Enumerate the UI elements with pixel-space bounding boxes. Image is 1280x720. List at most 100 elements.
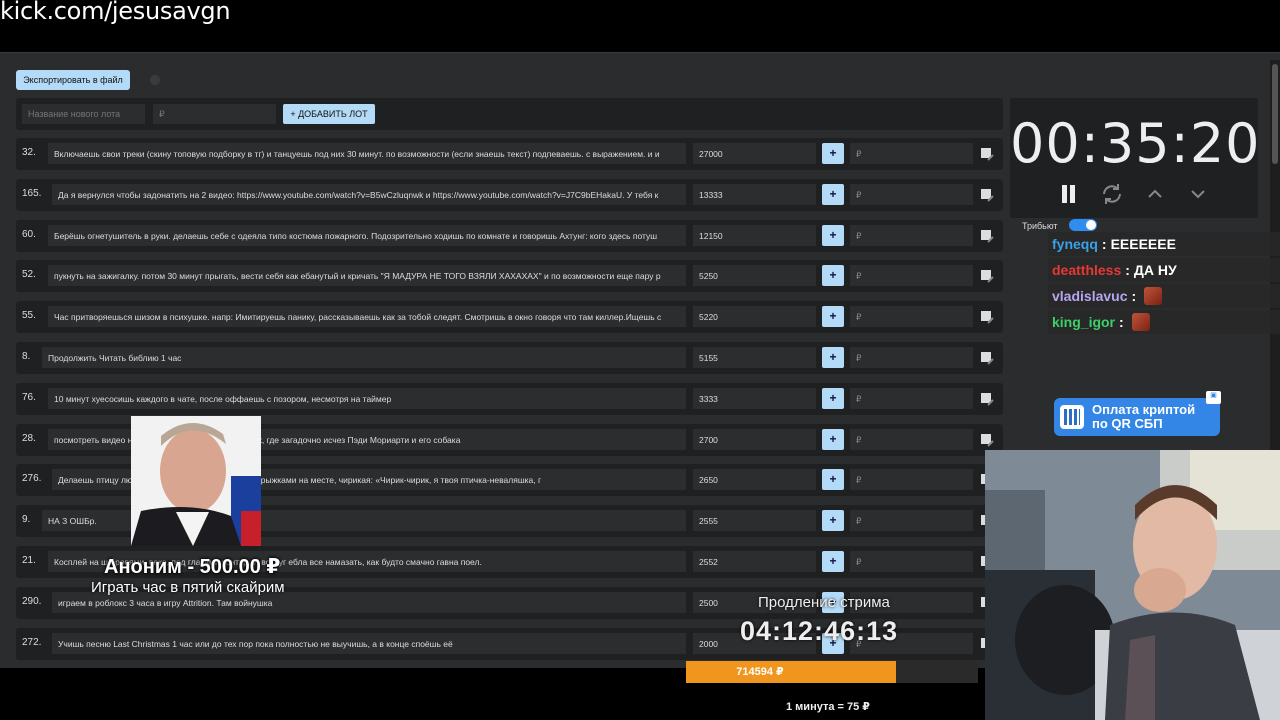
lot-add-button[interactable]: +: [822, 510, 844, 532]
lot-number: 165.: [22, 187, 42, 199]
lot-add-amount-input[interactable]: ₽: [850, 347, 973, 368]
chat-separator: :: [1131, 288, 1137, 304]
lot-amount-input[interactable]: 27000: [693, 143, 816, 164]
lot-title-input[interactable]: 10 минут хуесосишь каждого в чате, после…: [48, 387, 686, 409]
rate-text: 1 минута = 75 ₽: [786, 701, 870, 713]
lot-number: 28.: [22, 432, 36, 444]
edit-icon[interactable]: [980, 229, 994, 243]
qr-corner-badge: ▣: [1206, 391, 1221, 404]
lot-add-amount-input[interactable]: ₽: [850, 265, 973, 287]
lot-add-button[interactable]: +: [822, 551, 844, 572]
qr-icon: [1060, 405, 1084, 429]
lot-add-amount-input[interactable]: ₽: [850, 428, 973, 450]
lot-add-button[interactable]: +: [822, 224, 844, 246]
lot-number: 272.: [22, 636, 42, 648]
lot-amount-input[interactable]: 12150: [693, 224, 816, 246]
lot-number: 276.: [22, 473, 42, 485]
lot-amount-input[interactable]: 13333: [693, 183, 816, 205]
reset-icon[interactable]: [1100, 182, 1124, 206]
new-lot-name-input[interactable]: [22, 104, 145, 124]
lot-add-button[interactable]: +: [822, 306, 844, 328]
lot-add-button[interactable]: +: [822, 347, 844, 368]
lot-add-button[interactable]: +: [822, 143, 844, 164]
edit-icon[interactable]: [980, 392, 994, 406]
tribute-toggle[interactable]: [1069, 219, 1097, 231]
lot-number: 8.: [22, 351, 31, 362]
export-button[interactable]: Экспортировать в файл: [16, 70, 130, 90]
lot-amount-input[interactable]: 2555: [693, 510, 816, 532]
chat-message: deatthless: ДА НУ: [1048, 258, 1280, 282]
lot-amount-input[interactable]: 3333: [693, 387, 816, 409]
lot-add-button[interactable]: +: [822, 387, 844, 409]
tribute-label: Трибьют: [1022, 221, 1058, 231]
lot-amount-input[interactable]: 5155: [693, 347, 816, 368]
donor-image: [131, 416, 261, 546]
new-lot-price-input[interactable]: [153, 104, 276, 124]
donation-name: Аноним - 500.00 ₽: [104, 556, 281, 578]
lot-number: 9.: [22, 514, 31, 526]
lot-add-amount-input[interactable]: ₽: [850, 469, 973, 491]
edit-icon[interactable]: [980, 147, 994, 161]
lot-add-button[interactable]: +: [822, 469, 844, 491]
scrollbar-thumb[interactable]: [1272, 64, 1278, 164]
chat-username[interactable]: deatthless: [1052, 262, 1121, 278]
chat-username[interactable]: fyneqq: [1052, 236, 1098, 252]
lot-add-amount-input[interactable]: ₽: [850, 387, 973, 409]
emote-icon: [1131, 313, 1150, 331]
lot-add-amount-input[interactable]: ₽: [850, 306, 973, 328]
lot-number: 60.: [22, 228, 36, 240]
chevron-up-icon[interactable]: [1143, 182, 1167, 206]
qr-line1: Оплата криптой: [1092, 402, 1196, 417]
lot-add-amount-input[interactable]: ₽: [850, 183, 973, 205]
edit-icon[interactable]: [980, 351, 994, 365]
lot-add-amount-input[interactable]: ₽: [850, 551, 973, 572]
webcam-feed: [985, 450, 1280, 720]
lot-add-button[interactable]: +: [822, 428, 844, 450]
chat-message: fyneqq: ЕЕЕЕЕЕЕ: [1048, 232, 1280, 256]
edit-icon[interactable]: [980, 269, 994, 284]
lot-row: 52. пукнуть на зажигалку. потом 30 минут …: [16, 260, 1003, 293]
lot-add-amount-input[interactable]: ₽: [850, 510, 973, 532]
add-lot-button[interactable]: + ДОБАВИТЬ ЛОТ: [283, 104, 375, 124]
lot-number: 76.: [22, 391, 36, 403]
lot-amount-input[interactable]: 5250: [693, 265, 816, 287]
lot-title-input[interactable]: Включаешь свои треки (скину топовую подб…: [48, 143, 686, 164]
edit-icon[interactable]: [980, 433, 994, 447]
lot-amount-input[interactable]: 2700: [693, 428, 816, 450]
lot-row: 55. Час притворяешься шизом в психушке. н…: [16, 301, 1003, 334]
chat-text: ЕЕЕЕЕЕЕ: [1110, 236, 1176, 252]
lot-number: 290.: [22, 595, 42, 607]
edit-icon[interactable]: [980, 310, 994, 324]
extension-label: Продление стрима: [758, 594, 890, 611]
lot-amount-input[interactable]: 2552: [693, 551, 816, 572]
lot-number: 52.: [22, 269, 36, 281]
chevron-down-icon[interactable]: [1186, 182, 1210, 206]
chat-separator: :: [1101, 236, 1107, 252]
lot-title-input[interactable]: Берёшь огнетушитель в руки. делаешь себе…: [48, 224, 686, 246]
lot-title-input[interactable]: пукнуть на зажигалку. потом 30 минут пры…: [48, 265, 686, 287]
lot-row: 76. 10 минут хуесосишь каждого в чате, по…: [16, 382, 1003, 415]
webcam-image: [985, 450, 1280, 720]
lot-title-input[interactable]: Да я вернулся чтобы задонатить на 2 виде…: [52, 183, 686, 205]
lot-amount-input[interactable]: 2650: [693, 469, 816, 491]
lot-number: 32.: [22, 147, 36, 158]
lot-title-input[interactable]: Продолжить Читать библию 1 час: [42, 347, 686, 368]
lot-title-input[interactable]: Час притворяешься шизом в психушке. напр…: [48, 306, 686, 328]
lot-add-amount-input[interactable]: ₽: [850, 143, 973, 164]
lot-add-amount-input[interactable]: ₽: [850, 224, 973, 246]
lot-add-button[interactable]: +: [822, 183, 844, 205]
lot-title-input[interactable]: Учишь песню Last Christmas 1 час или до …: [52, 632, 686, 654]
lot-row: 32. Включаешь свои треки (скину топовую п…: [16, 138, 1003, 170]
chat-username[interactable]: vladislavuc: [1052, 288, 1128, 304]
lot-row: 60. Берёшь огнетушитель в руки. делаешь с…: [16, 219, 1003, 252]
chat-username[interactable]: king_igor: [1052, 314, 1115, 330]
chat-separator: :: [1119, 314, 1124, 330]
lot-amount-input[interactable]: 5220: [693, 306, 816, 328]
chat-message: vladislavuc:: [1048, 284, 1280, 308]
pause-icon[interactable]: [1057, 182, 1081, 206]
extension-timer: 04:12:46:13: [740, 616, 899, 646]
lot-add-button[interactable]: +: [822, 265, 844, 287]
edit-icon[interactable]: [980, 188, 994, 202]
qr-payment-banner: Оплата криптой по QR СБП: [1054, 398, 1220, 436]
qr-line2: по QR СБП: [1092, 416, 1163, 431]
